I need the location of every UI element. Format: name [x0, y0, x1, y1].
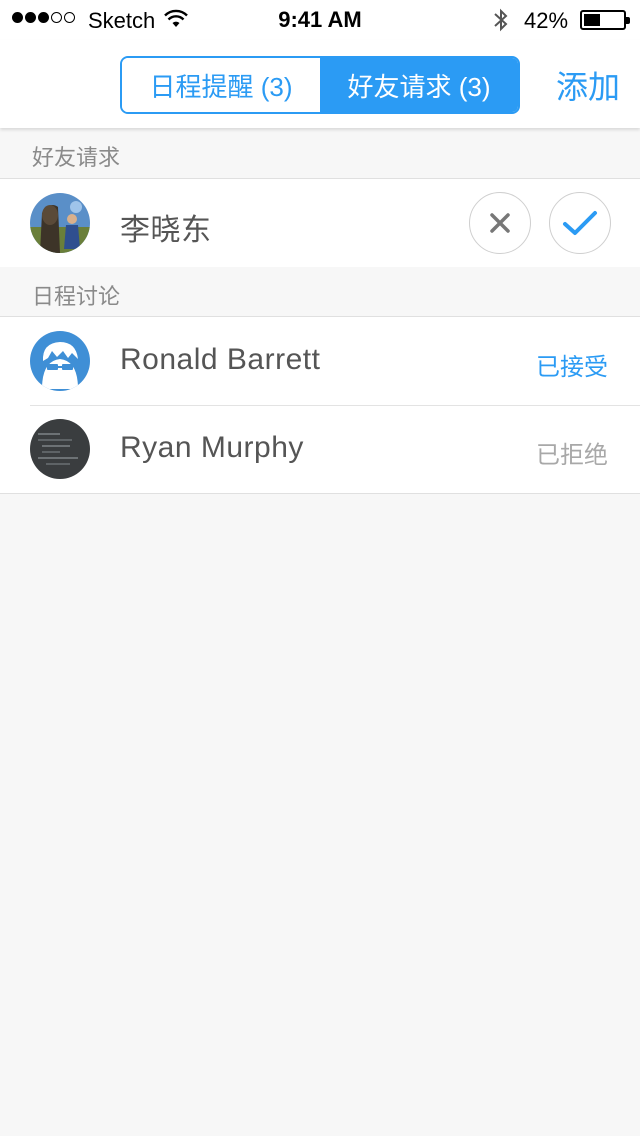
- section-header-friend-requests: 好友请求: [0, 128, 640, 178]
- section-title: 好友请求: [32, 145, 121, 170]
- tab-schedule-reminders[interactable]: 日程提醒 (3): [122, 58, 320, 112]
- photo-avatar-icon: [30, 193, 90, 253]
- friend-request-list: 李晓东: [0, 178, 640, 268]
- friend-name: 李晓东: [120, 214, 212, 247]
- code-screen-avatar-icon: [30, 419, 90, 479]
- tab-friend-requests[interactable]: 好友请求 (3): [320, 58, 518, 112]
- accept-button[interactable]: [549, 192, 611, 254]
- list-item[interactable]: Ronald Barrett 已接受: [0, 317, 640, 405]
- battery-icon: [580, 10, 630, 30]
- schedule-discussion-list: Ronald Barrett 已接受 Ryan Murphy 已拒绝: [0, 316, 640, 494]
- checkmark-icon: [563, 211, 597, 235]
- status-label-accepted: 已接受: [536, 354, 608, 381]
- contact-name: Ryan Murphy: [120, 431, 304, 464]
- contact-name: Ronald Barrett: [120, 343, 321, 376]
- section-header-schedule-discussions: 日程讨论: [0, 267, 640, 316]
- segmented-control: 日程提醒 (3) 好友请求 (3): [120, 56, 520, 114]
- section-title: 日程讨论: [32, 284, 121, 309]
- cartoon-glasses-avatar-icon: [30, 331, 90, 391]
- battery-percentage: 42%: [524, 8, 569, 33]
- close-icon: [490, 213, 510, 233]
- add-button[interactable]: 添加: [556, 62, 620, 108]
- battery-level-fill: [584, 14, 600, 26]
- reject-button[interactable]: [469, 192, 531, 254]
- list-item[interactable]: Ryan Murphy 已拒绝: [0, 405, 640, 493]
- bluetooth-icon: [494, 8, 508, 32]
- navigation-bar: 日程提醒 (3) 好友请求 (3) 添加: [0, 40, 640, 128]
- friend-request-row[interactable]: 李晓东: [0, 179, 640, 267]
- status-label-declined: 已拒绝: [536, 442, 608, 469]
- status-bar: Sketch 9:41 AM 42%: [0, 0, 640, 40]
